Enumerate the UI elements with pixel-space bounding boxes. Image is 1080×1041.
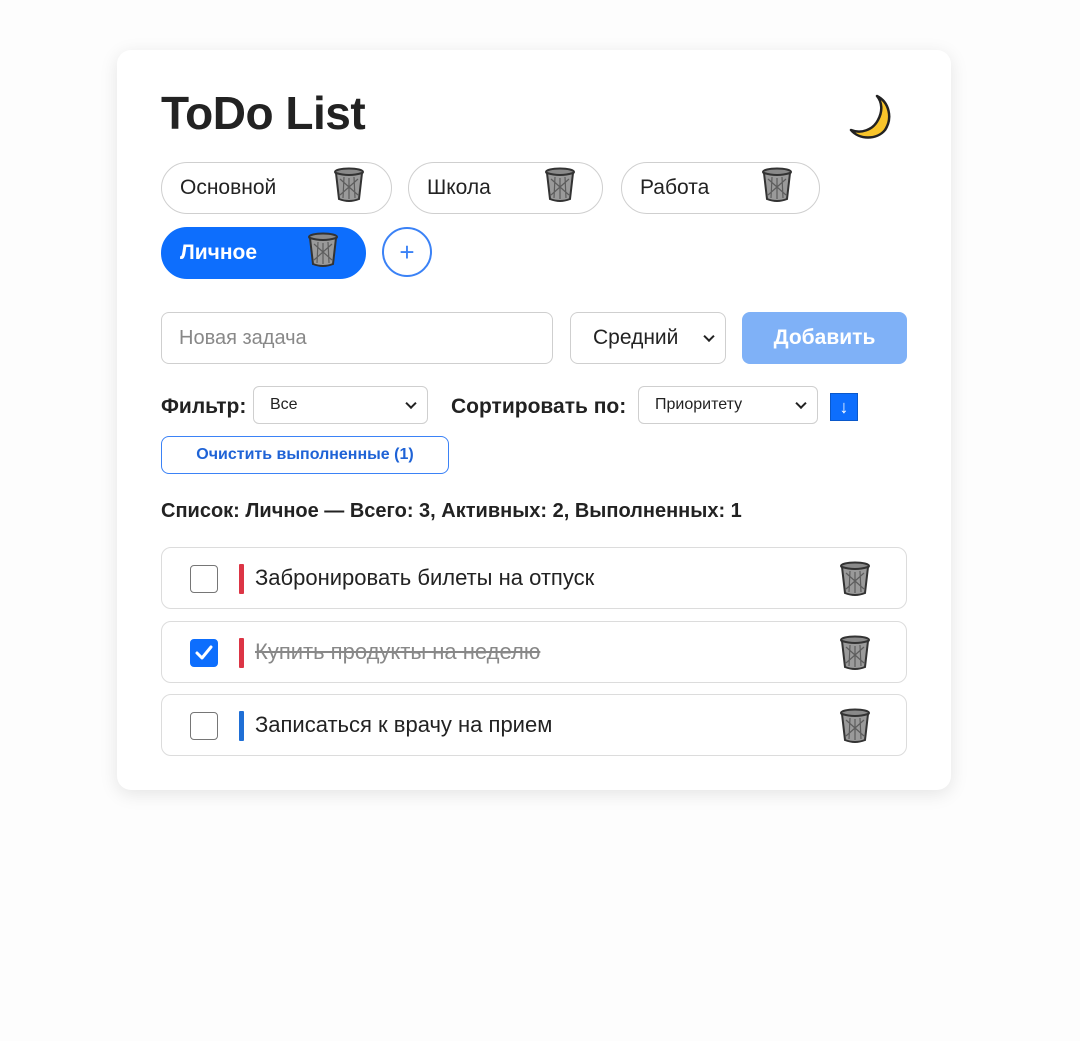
- checkmark-icon: [195, 645, 213, 660]
- list-chip-label: Личное: [180, 241, 258, 264]
- trash-icon[interactable]: [839, 635, 871, 676]
- task-checkbox[interactable]: [190, 712, 218, 740]
- priority-selected-value: Средний: [593, 326, 679, 349]
- trash-icon[interactable]: [307, 232, 339, 274]
- task-checkbox[interactable]: [190, 565, 218, 593]
- list-chip-work[interactable]: Работа: [621, 162, 820, 214]
- sort-selected-value: Приоритету: [655, 396, 743, 413]
- chevron-down-icon: [405, 397, 417, 410]
- list-chip-school[interactable]: Школа: [408, 162, 603, 214]
- list-chip-label: Школа: [427, 176, 491, 199]
- app-title: ToDo List: [161, 87, 366, 139]
- trash-icon[interactable]: [333, 167, 365, 209]
- sort-select[interactable]: Приоритету: [638, 386, 818, 424]
- task-item: Записаться к врачу на прием: [161, 694, 907, 756]
- list-chip-personal[interactable]: Личное: [161, 227, 366, 279]
- clear-completed-button[interactable]: Очистить выполненные (1): [161, 436, 449, 474]
- trash-icon[interactable]: [761, 167, 793, 209]
- trash-icon[interactable]: [839, 561, 871, 602]
- filter-selected-value: Все: [270, 396, 298, 413]
- new-task-input[interactable]: Новая задача: [161, 312, 553, 364]
- priority-indicator: [239, 638, 244, 668]
- task-checkbox[interactable]: [190, 639, 218, 667]
- priority-indicator: [239, 711, 244, 741]
- task-text: Купить продукты на неделю: [255, 639, 541, 664]
- sort-direction-button[interactable]: ↓: [830, 393, 858, 421]
- crescent-moon-icon: [849, 94, 891, 139]
- list-chip-label: Основной: [180, 176, 277, 199]
- priority-select[interactable]: Средний: [570, 312, 726, 364]
- new-task-placeholder: Новая задача: [179, 326, 307, 349]
- list-chip-label: Работа: [640, 176, 710, 199]
- trash-icon[interactable]: [544, 167, 576, 209]
- list-chip-main[interactable]: Основной: [161, 162, 392, 214]
- add-task-button[interactable]: Добавить: [742, 312, 907, 364]
- priority-indicator: [239, 564, 244, 594]
- chevron-down-icon: [795, 397, 807, 410]
- task-item: Купить продукты на неделю: [161, 621, 907, 683]
- trash-icon[interactable]: [839, 708, 871, 749]
- task-text: Записаться к врачу на прием: [255, 712, 553, 737]
- todo-card: ToDo List Основной Школа Работа Личное +…: [117, 50, 951, 790]
- filter-label: Фильтр:: [161, 395, 247, 418]
- theme-toggle-button[interactable]: [843, 90, 897, 144]
- filter-select[interactable]: Все: [253, 386, 428, 424]
- add-list-button[interactable]: +: [382, 227, 432, 277]
- task-text: Забронировать билеты на отпуск: [255, 565, 595, 590]
- list-summary: Список: Личное — Всего: 3, Активных: 2, …: [161, 500, 742, 522]
- task-item: Забронировать билеты на отпуск: [161, 547, 907, 609]
- chevron-down-icon: [703, 330, 715, 343]
- sort-label: Сортировать по:: [451, 395, 627, 418]
